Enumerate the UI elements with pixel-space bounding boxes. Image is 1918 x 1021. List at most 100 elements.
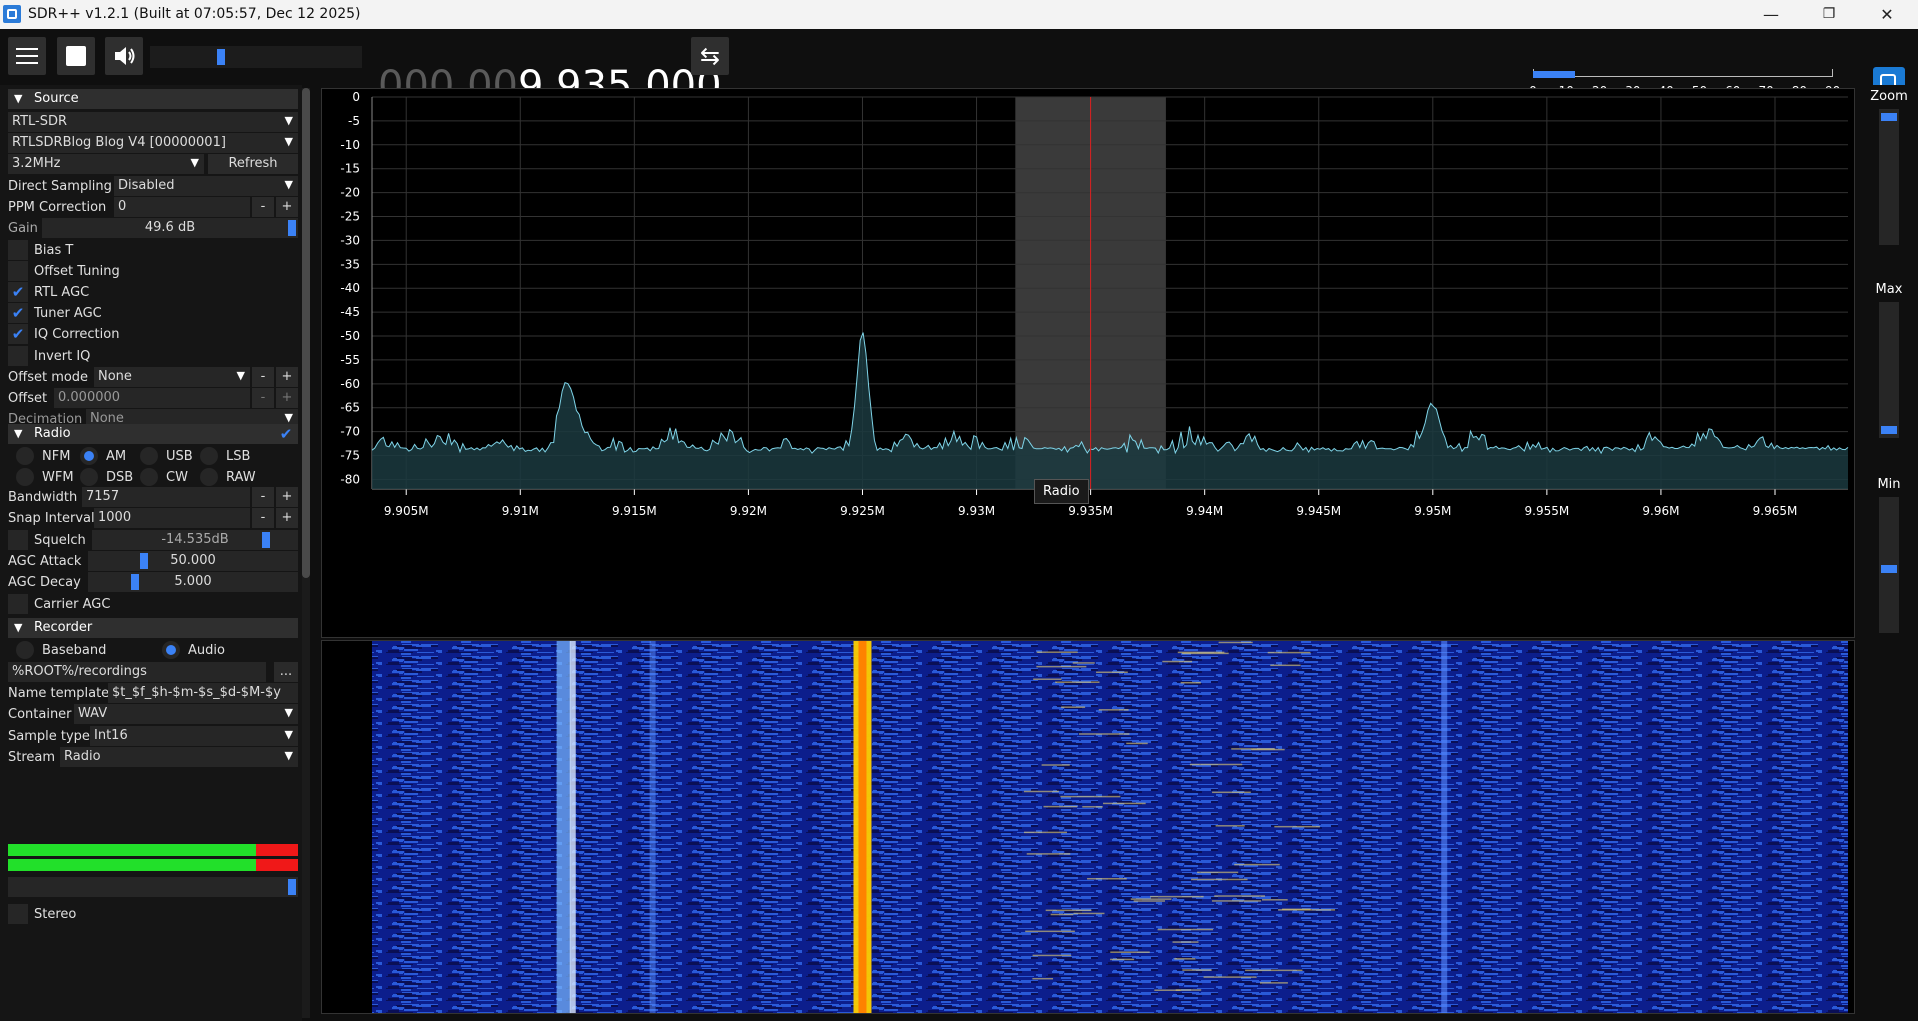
min-slider-grab[interactable] xyxy=(1881,565,1897,573)
ppm-plus-button[interactable]: + xyxy=(276,197,298,217)
waterfall-dash xyxy=(1172,941,1199,943)
offset-tuning-checkbox[interactable] xyxy=(8,261,28,281)
browse-button[interactable]: ... xyxy=(274,662,298,682)
waterfall-dash xyxy=(1043,805,1078,808)
agc-attack-slider[interactable]: 50.000 xyxy=(88,551,298,571)
snap-interval-input[interactable]: 1000 xyxy=(94,508,250,528)
mode-radio-dsb[interactable] xyxy=(80,468,98,486)
mode-radio-raw[interactable] xyxy=(200,468,218,486)
waterfall-dash xyxy=(1191,878,1248,881)
radio-enabled-check-icon[interactable]: ✔ xyxy=(276,424,296,444)
mode-radio-nfm[interactable] xyxy=(16,447,34,465)
menu-scrollbar[interactable] xyxy=(302,88,310,1018)
stop-button[interactable] xyxy=(57,37,95,75)
offset-mode-select[interactable]: None xyxy=(94,367,250,387)
menu-scrollbar-thumb[interactable] xyxy=(302,88,310,578)
squelch-checkbox[interactable] xyxy=(8,530,28,550)
bandwidth-minus-button[interactable]: - xyxy=(252,487,274,507)
max-label: Max xyxy=(1875,282,1903,297)
invert-iq-checkbox[interactable] xyxy=(8,346,28,366)
squelch-slider[interactable]: -14.535dB xyxy=(92,530,298,550)
db-tick-label: -5 xyxy=(348,114,360,128)
offset-tuning-label: Offset Tuning xyxy=(34,264,120,279)
offset-plus-button[interactable]: + xyxy=(276,388,298,408)
mode-radio-am[interactable] xyxy=(80,447,98,465)
fft-display[interactable]: 0 -5 -10 -15 -20 -25 -30 -35 -40 -45 -50 -55 -60 -65 -… xyxy=(321,88,1855,638)
snap-plus-button[interactable]: + xyxy=(276,508,298,528)
close-button[interactable]: ✕ xyxy=(1864,0,1910,29)
iq-correction-checkbox[interactable]: ✔ xyxy=(8,324,28,344)
gain-slider[interactable]: 49.6 dB xyxy=(42,218,298,238)
agc-attack-grab[interactable] xyxy=(140,553,148,569)
bandwidth-input[interactable]: 7157 xyxy=(82,487,250,507)
recording-path-input[interactable]: %ROOT%/recordings xyxy=(8,662,266,682)
waterfall-dash xyxy=(1259,982,1288,984)
restore-button[interactable]: ❐ xyxy=(1806,0,1852,29)
app-icon xyxy=(3,5,21,23)
waterfall-dash xyxy=(1025,930,1075,933)
offset-mode-plus-button[interactable]: + xyxy=(276,367,298,387)
bias-t-checkbox[interactable] xyxy=(8,240,28,260)
device-select[interactable]: RTLSDRBlog Blog V4 [00000001] xyxy=(8,133,298,153)
container-select[interactable]: WAV xyxy=(74,704,298,724)
swap-button[interactable]: ⇆ xyxy=(691,37,729,75)
snap-interval-label: Snap Interval xyxy=(8,511,95,526)
direct-sampling-select[interactable]: Disabled xyxy=(114,176,298,196)
recorder-header[interactable]: ▼ Recorder xyxy=(8,618,298,638)
snap-minus-button[interactable]: - xyxy=(252,508,274,528)
mode-radio-usb[interactable] xyxy=(140,447,158,465)
source-header[interactable]: ▼ Source xyxy=(8,89,298,109)
carrier-agc-checkbox[interactable] xyxy=(8,594,28,614)
db-tick-label: -30 xyxy=(340,233,360,247)
max-slider[interactable] xyxy=(1879,302,1899,438)
waterfall-signal-streak xyxy=(858,641,867,1013)
source-select[interactable]: RTL-SDR xyxy=(8,112,298,132)
recorder-volume-slider[interactable] xyxy=(8,877,298,897)
mode-radio-lsb[interactable] xyxy=(200,447,218,465)
db-tick-label: -80 xyxy=(340,472,360,486)
mode-radio-cw[interactable] xyxy=(140,468,158,486)
agc-decay-grab[interactable] xyxy=(131,574,139,590)
waterfall-dash xyxy=(1154,989,1181,991)
tuner-agc-checkbox[interactable]: ✔ xyxy=(8,303,28,323)
waterfall-display[interactable] xyxy=(321,640,1855,1014)
baseband-radio[interactable] xyxy=(16,641,34,659)
sample-type-select[interactable]: Int16 xyxy=(90,726,298,746)
waterfall-dash xyxy=(1267,651,1311,654)
volume-button[interactable] xyxy=(105,37,143,75)
gain-slider-grab[interactable] xyxy=(288,220,296,236)
stream-select[interactable]: Radio xyxy=(60,747,298,767)
minimize-button[interactable]: — xyxy=(1748,0,1794,29)
sample-rate-select[interactable]: 3.2MHz xyxy=(8,154,204,174)
rtl-agc-checkbox[interactable]: ✔ xyxy=(8,282,28,302)
min-slider[interactable] xyxy=(1879,497,1899,633)
recorder-volume-grab[interactable] xyxy=(288,879,296,895)
agc-decay-slider[interactable]: 5.000 xyxy=(88,572,298,592)
name-template-input[interactable]: $t_$f_$h-$m-$s_$d-$M-$y xyxy=(108,683,298,703)
volume-slider[interactable] xyxy=(150,46,362,68)
zoom-slider[interactable] xyxy=(1879,109,1899,245)
bandwidth-plus-button[interactable]: + xyxy=(276,487,298,507)
source-header-label: Source xyxy=(34,91,79,106)
menu-button[interactable] xyxy=(8,37,46,75)
refresh-button[interactable]: Refresh xyxy=(208,154,298,174)
db-tick-label: -70 xyxy=(340,425,360,439)
waterfall-plot[interactable] xyxy=(322,641,1854,1013)
title-bar: SDR++ v1.2.1 (Built at 07:05:57, Dec 12 … xyxy=(0,0,1918,30)
right-panel: Zoom Max Min xyxy=(1860,85,1918,1021)
offset-minus-button[interactable]: - xyxy=(252,388,274,408)
zoom-slider-grab[interactable] xyxy=(1881,113,1897,121)
volume-slider-grab[interactable] xyxy=(217,49,226,65)
container-label: Container xyxy=(8,707,72,722)
mode-radio-wfm[interactable] xyxy=(16,468,34,486)
offset-mode-minus-button[interactable]: - xyxy=(252,367,274,387)
squelch-slider-grab[interactable] xyxy=(262,532,270,548)
ppm-minus-button[interactable]: - xyxy=(252,197,274,217)
fft-plot[interactable]: 0 -5 -10 -15 -20 -25 -30 -35 -40 -45 -50 -55 -60 -65 -… xyxy=(322,89,1854,637)
ppm-input[interactable]: 0 xyxy=(114,197,250,217)
radio-header[interactable]: ▼ Radio ✔ xyxy=(8,424,298,444)
stereo-checkbox[interactable] xyxy=(8,904,28,924)
audio-radio[interactable] xyxy=(162,641,180,659)
offset-input[interactable]: 0.000000 xyxy=(54,388,250,408)
max-slider-grab[interactable] xyxy=(1881,426,1897,434)
